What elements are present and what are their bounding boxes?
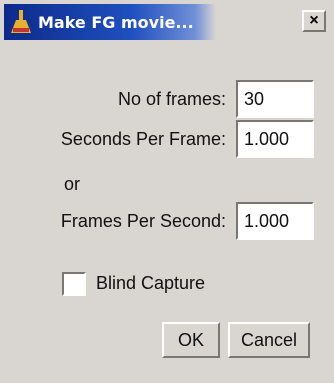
cancel-button[interactable]: Cancel [228,322,310,358]
seconds-per-frame-row: Seconds Per Frame: 1.000 [0,120,320,158]
blind-capture-label[interactable]: Blind Capture [96,273,205,294]
title-bar[interactable]: Make FG movie... × [4,4,330,40]
frames-input[interactable]: 30 [236,80,314,118]
seconds-per-frame-label: Seconds Per Frame: [60,128,226,149]
or-label: or [64,174,81,194]
window-title: Make FG movie... [38,12,194,32]
close-icon: × [309,12,319,29]
app-flask-icon [11,10,31,33]
frames-label: No of frames: [117,88,226,109]
ok-button[interactable]: OK [162,322,220,358]
frames-per-second-label: Frames Per Second: [60,210,226,231]
close-button[interactable]: × [302,10,326,32]
blind-capture-checkbox[interactable] [62,272,86,296]
make-fg-movie-dialog: Make FG movie... × No of frames: 30 Seco… [0,0,334,383]
frames-per-second-row: Frames Per Second: 1.000 [0,202,320,240]
frames-per-second-input[interactable]: 1.000 [236,202,314,240]
frames-row: No of frames: 30 [0,80,320,118]
seconds-per-frame-input[interactable]: 1.000 [236,120,314,158]
